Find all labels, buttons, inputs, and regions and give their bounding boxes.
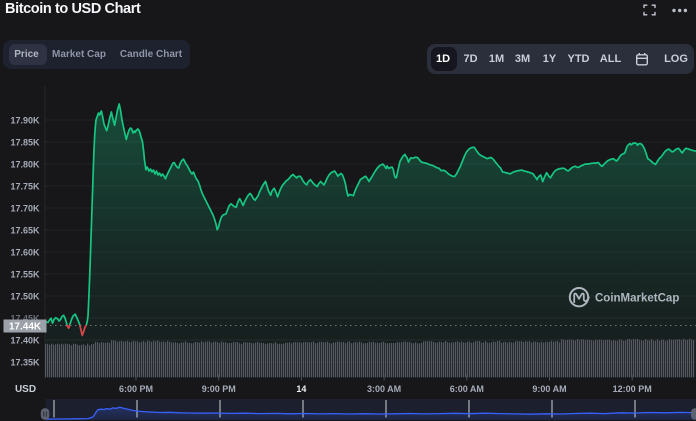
svg-text:USD: USD: [15, 384, 36, 395]
svg-text:17.44K: 17.44K: [9, 322, 42, 333]
svg-text:3:00 AM: 3:00 AM: [367, 384, 401, 394]
svg-text:17.75K: 17.75K: [10, 182, 40, 192]
svg-text:17.80K: 17.80K: [10, 160, 40, 170]
svg-text:17.60K: 17.60K: [10, 248, 40, 258]
svg-text:17.40K: 17.40K: [10, 336, 40, 346]
svg-text:6:00 AM: 6:00 AM: [450, 384, 484, 394]
svg-text:17.55K: 17.55K: [10, 270, 40, 280]
svg-text:9:00 PM: 9:00 PM: [202, 384, 236, 394]
svg-text:17.70K: 17.70K: [10, 204, 40, 214]
svg-text:CoinMarketCap: CoinMarketCap: [595, 293, 679, 305]
svg-text:14: 14: [296, 384, 306, 394]
svg-text:17.65K: 17.65K: [10, 226, 40, 236]
svg-text:6:00 PM: 6:00 PM: [119, 384, 153, 394]
svg-text:17.90K: 17.90K: [10, 116, 40, 126]
svg-text:17.35K: 17.35K: [10, 358, 40, 368]
svg-text:12:00 PM: 12:00 PM: [613, 384, 652, 394]
svg-text:17.85K: 17.85K: [10, 138, 40, 148]
svg-text:17.50K: 17.50K: [10, 292, 40, 302]
svg-text:9:00 AM: 9:00 AM: [532, 384, 566, 394]
